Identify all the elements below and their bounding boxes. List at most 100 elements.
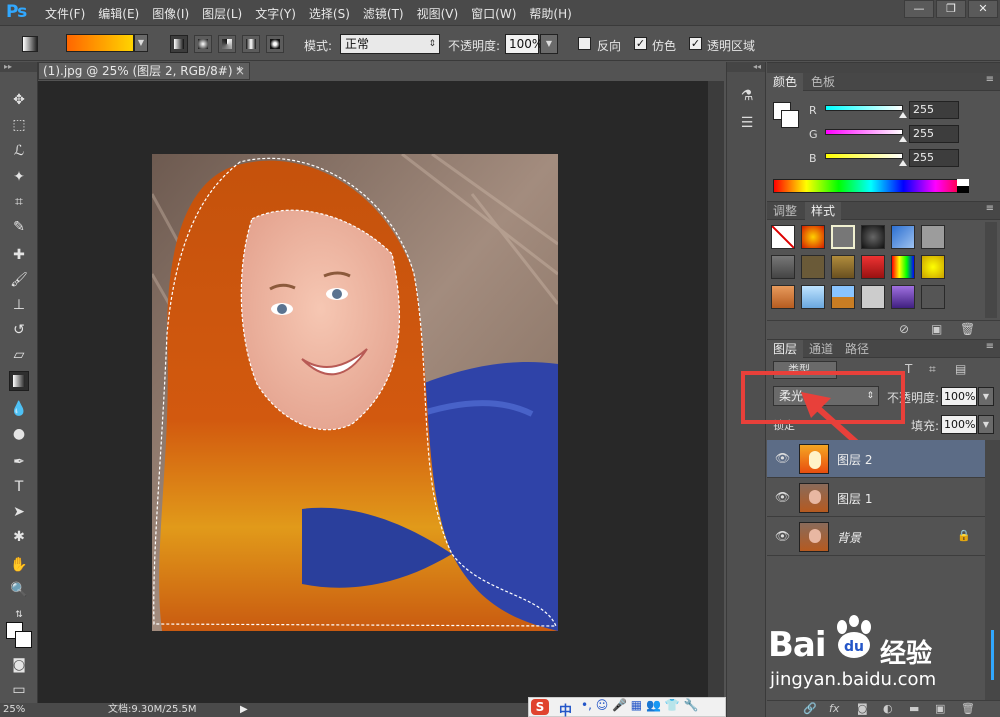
panel-menu-icon[interactable]: ≡ — [986, 341, 994, 352]
mode-select[interactable]: 正常 ⇕ — [340, 34, 440, 54]
tab-styles[interactable]: 样式 — [805, 202, 842, 220]
style-swatch[interactable] — [831, 285, 855, 309]
reflected-gradient-button[interactable] — [242, 35, 260, 53]
tab-swatches[interactable]: 色板 — [805, 73, 841, 91]
style-swatch[interactable] — [861, 255, 885, 279]
layer-opacity-dropdown-icon[interactable]: ▼ — [978, 387, 994, 406]
b-value[interactable]: 255 — [909, 149, 959, 167]
layer-row-background[interactable]: 👁 背景 🔒 — [767, 518, 985, 556]
style-swatch[interactable] — [921, 255, 945, 279]
eraser-tool-icon[interactable]: ▱ — [9, 345, 29, 365]
style-swatch[interactable] — [771, 255, 795, 279]
new-group-icon[interactable]: ▬ — [909, 702, 919, 715]
fill-dropdown-icon[interactable]: ▼ — [978, 415, 994, 434]
menu-view[interactable]: 视图(V) — [417, 5, 459, 22]
radial-gradient-button[interactable] — [194, 35, 212, 53]
delete-style-icon[interactable]: 🗑 — [960, 322, 975, 336]
style-swatch[interactable] — [831, 255, 855, 279]
panel-menu-icon[interactable]: ≡ — [986, 203, 994, 214]
restore-button[interactable]: ❐ — [936, 0, 966, 18]
history-panel-icon[interactable]: ⚗ — [737, 88, 757, 108]
close-document-icon[interactable]: × — [235, 63, 245, 79]
r-slider[interactable] — [825, 105, 903, 111]
canvas-vertical-scrollbar[interactable] — [708, 81, 724, 703]
menu-select[interactable]: 选择(S) — [309, 5, 350, 22]
layer-name[interactable]: 背景 — [837, 529, 861, 546]
zoom-tool-icon[interactable]: 🔍 — [9, 580, 29, 600]
menu-edit[interactable]: 编辑(E) — [98, 5, 139, 22]
shape-tool-icon[interactable]: ✱ — [9, 527, 29, 547]
link-layers-icon[interactable]: 🔗 — [803, 702, 817, 715]
crop-tool-icon[interactable]: ⌗ — [9, 192, 29, 212]
menu-filter[interactable]: 滤镜(T) — [363, 5, 404, 22]
style-swatch[interactable] — [891, 255, 915, 279]
filter-shape-icon[interactable]: ⌗ — [929, 362, 936, 377]
properties-panel-icon[interactable]: ☰ — [737, 115, 757, 135]
panel-menu-icon[interactable]: ≡ — [986, 74, 994, 85]
play-arrow-icon[interactable]: ▶ — [240, 703, 248, 717]
tab-adjustments[interactable]: 调整 — [767, 202, 803, 220]
color-spectrum-bar[interactable] — [773, 179, 969, 193]
close-button[interactable]: ✕ — [968, 0, 998, 18]
menu-layer[interactable]: 图层(L) — [202, 5, 242, 22]
linear-gradient-button[interactable] — [170, 35, 188, 53]
blur-tool-icon[interactable]: 💧 — [9, 399, 29, 419]
layer-row-layer2[interactable]: 👁 图层 2 — [767, 440, 985, 478]
screen-mode-icon[interactable]: ▭ — [9, 680, 29, 700]
delete-layer-icon[interactable]: 🗑 — [961, 702, 975, 715]
menu-file[interactable]: 文件(F) — [45, 5, 85, 22]
layer-name[interactable]: 图层 1 — [837, 490, 872, 507]
ime-tools-icon[interactable]: •, ☺ 🎤 ▦ 👥 👕 🔧 — [581, 698, 698, 712]
ime-mode[interactable]: 中 — [559, 700, 572, 717]
style-none[interactable] — [771, 225, 795, 249]
dither-checkbox[interactable]: ✓ — [634, 37, 647, 50]
angle-gradient-button[interactable] — [218, 35, 236, 53]
menu-type[interactable]: 文字(Y) — [255, 5, 296, 22]
dodge-tool-icon[interactable]: ● — [9, 424, 29, 444]
tab-channels[interactable]: 通道 — [803, 340, 839, 358]
document-tab[interactable]: (1).jpg @ 25% (图层 2, RGB/8#) * × — [38, 62, 250, 80]
transparency-checkbox[interactable]: ✓ — [689, 37, 702, 50]
layer-row-layer1[interactable]: 👁 图层 1 — [767, 479, 985, 517]
sogou-icon[interactable]: S — [531, 699, 549, 715]
move-tool-icon[interactable]: ✥ — [9, 90, 29, 110]
visibility-eye-icon[interactable]: 👁 — [775, 451, 790, 465]
eyedropper-tool-icon[interactable]: ✎ — [9, 217, 29, 237]
clear-style-icon[interactable]: ⊘ — [899, 322, 909, 336]
style-swatch[interactable] — [891, 285, 915, 309]
minimize-button[interactable]: — — [904, 0, 934, 18]
lasso-tool-icon[interactable]: ℒ — [9, 141, 29, 161]
pen-tool-icon[interactable]: ✒ — [9, 452, 29, 472]
style-swatch[interactable] — [921, 285, 945, 309]
visibility-eye-icon[interactable]: 👁 — [775, 529, 790, 543]
quick-mask-icon[interactable]: ◙ — [9, 655, 29, 675]
style-swatch[interactable] — [801, 255, 825, 279]
g-slider[interactable] — [825, 129, 903, 135]
visibility-eye-icon[interactable]: 👁 — [775, 490, 790, 504]
hand-tool-icon[interactable]: ✋ — [9, 555, 29, 575]
brush-tool-icon[interactable]: 🖌 — [9, 270, 29, 290]
diamond-gradient-button[interactable] — [266, 35, 284, 53]
g-slider-thumb[interactable] — [899, 136, 907, 142]
tab-layers[interactable]: 图层 — [767, 340, 804, 358]
b-slider-thumb[interactable] — [899, 160, 907, 166]
styles-scrollbar[interactable] — [985, 222, 997, 318]
panel-group-header[interactable] — [767, 63, 1000, 73]
style-swatch[interactable] — [861, 225, 885, 249]
menu-help[interactable]: 帮助(H) — [529, 5, 571, 22]
add-mask-icon[interactable]: ◙ — [857, 702, 868, 715]
r-slider-thumb[interactable] — [899, 112, 907, 118]
clone-stamp-tool-icon[interactable]: ⊥ — [9, 295, 29, 315]
b-slider[interactable] — [825, 153, 903, 159]
layer-style-fx-icon[interactable]: fx — [829, 702, 839, 715]
style-swatch[interactable] — [801, 285, 825, 309]
adjustment-layer-icon[interactable]: ◐ — [883, 702, 893, 715]
layer-name[interactable]: 图层 2 — [837, 451, 872, 468]
layer-opacity-input[interactable]: 100% — [941, 387, 977, 406]
dock-header[interactable]: ◂◂ — [727, 62, 765, 72]
style-swatch[interactable] — [831, 225, 855, 249]
g-value[interactable]: 255 — [909, 125, 959, 143]
gradient-preview[interactable] — [66, 34, 134, 52]
style-swatch[interactable] — [771, 285, 795, 309]
filter-type-icon[interactable]: T — [905, 362, 912, 376]
